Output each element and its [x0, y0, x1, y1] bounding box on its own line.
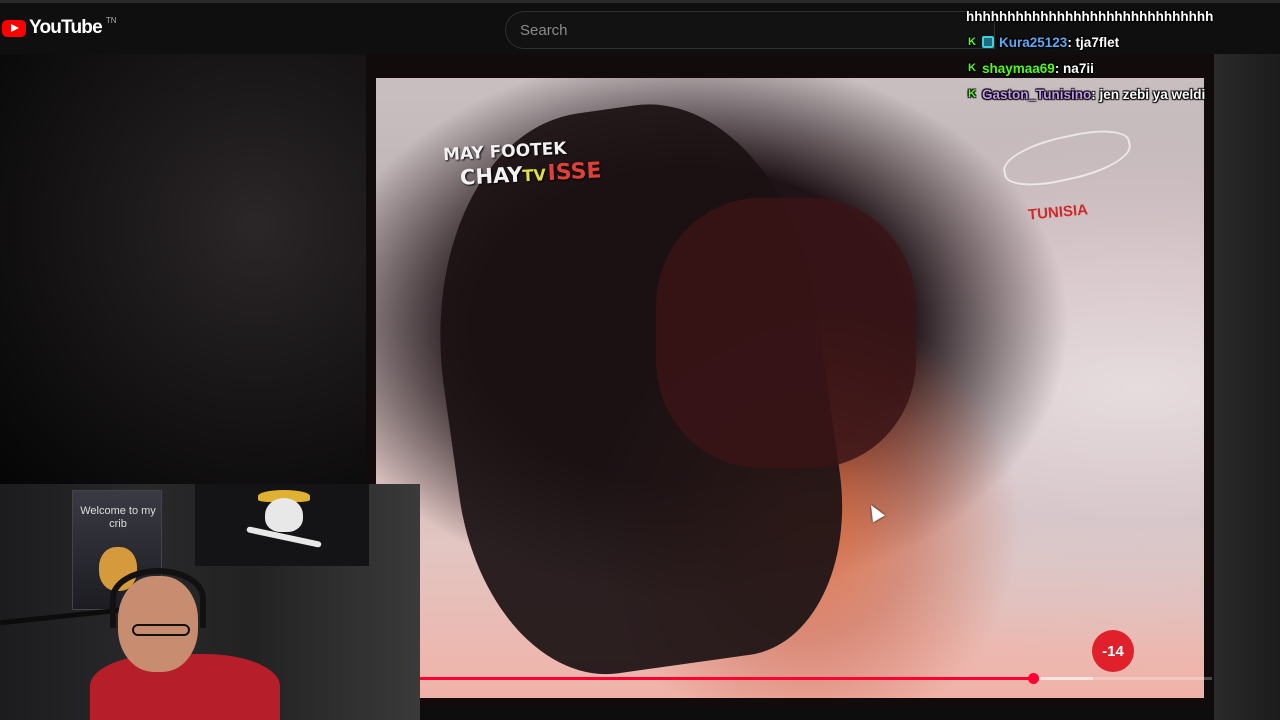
- streamer-webcam: Welcome to my crib: [0, 484, 420, 720]
- channel-name: TUNISIA: [1027, 201, 1089, 224]
- progress-scrubber-handle[interactable]: [1028, 673, 1039, 684]
- chat-message: hhhhhhhhhhhhhhhhhhhhhhhhhhhhhh: [966, 3, 1280, 29]
- video-player[interactable]: MAY FOOTEK CHAYTVISSE TUNISIA -14: [366, 54, 1214, 706]
- left-background: [0, 54, 366, 484]
- chat-message: K Gaston_Tunisino : jen zebi ya weldi: [966, 81, 1280, 107]
- chat-message-text: : tja7flet: [1067, 34, 1120, 50]
- subscriber-icon: [982, 36, 994, 48]
- kick-icon: K: [968, 88, 976, 100]
- chat-message: K Kura25123 : tja7flet: [966, 29, 1280, 55]
- chat-username[interactable]: Gaston_Tunisino: [982, 87, 1091, 102]
- chat-username[interactable]: Kura25123: [999, 35, 1067, 50]
- youtube-play-icon: [2, 19, 26, 37]
- watermark-chay: CHAY: [459, 162, 524, 190]
- watermark-tv: TV: [522, 165, 547, 186]
- age-rating-badge: -14: [1092, 630, 1134, 672]
- headset-icon: [110, 568, 206, 628]
- channel-logo-icon: [998, 122, 1136, 194]
- poster-text: Welcome to my crib: [80, 505, 156, 530]
- watermark-isse: ISSE: [547, 158, 603, 187]
- search-placeholder: Search: [520, 22, 568, 39]
- chat-username[interactable]: shaymaa69: [982, 61, 1055, 76]
- progress-buffered: [1033, 677, 1094, 680]
- chat-message-text: : na7ii: [1054, 60, 1094, 76]
- streamer-shirt: [90, 654, 280, 720]
- chat-message: K shaymaa69 : na7ii: [966, 55, 1280, 81]
- video-frame: MAY FOOTEK CHAYTVISSE TUNISIA -14: [376, 78, 1204, 698]
- chat-overlay: hhhhhhhhhhhhhhhhhhhhhhhhhhhhhh K Kura251…: [966, 3, 1280, 107]
- skull-icon: [265, 498, 303, 532]
- progress-bar[interactable]: [420, 673, 1212, 684]
- kick-icon: K: [968, 62, 976, 74]
- chat-message-text: : jen zebi ya weldi: [1091, 86, 1206, 102]
- glasses-icon: [132, 624, 190, 636]
- right-background: [1214, 54, 1280, 720]
- search-input[interactable]: Search: [505, 11, 995, 49]
- kick-icon: K: [968, 36, 976, 48]
- logo-country-code: TN: [105, 15, 117, 25]
- youtube-logo[interactable]: YouTube TN: [2, 15, 117, 39]
- video-figure-red: [656, 198, 916, 468]
- progress-played: [420, 677, 1033, 680]
- logo-text: YouTube: [29, 17, 103, 38]
- chat-message-text: hhhhhhhhhhhhhhhhhhhhhhhhhhhhhh: [966, 8, 1214, 24]
